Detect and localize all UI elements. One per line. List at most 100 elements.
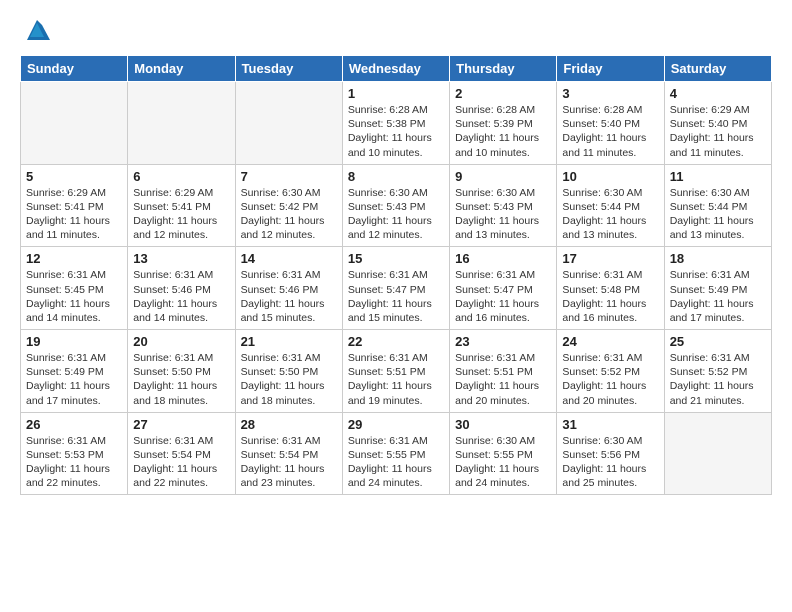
day-number: 9 (455, 169, 551, 184)
calendar-day-cell: 3 Sunrise: 6:28 AMSunset: 5:40 PMDaylight… (557, 82, 664, 165)
page: SundayMondayTuesdayWednesdayThursdayFrid… (0, 0, 792, 612)
day-number: 4 (670, 86, 766, 101)
day-info: Sunrise: 6:31 AMSunset: 5:49 PMDaylight:… (670, 268, 766, 325)
day-info: Sunrise: 6:31 AMSunset: 5:45 PMDaylight:… (26, 268, 122, 325)
day-info: Sunrise: 6:30 AMSunset: 5:42 PMDaylight:… (241, 186, 337, 243)
weekday-header: Tuesday (235, 56, 342, 82)
calendar-day-cell (128, 82, 235, 165)
weekday-header: Sunday (21, 56, 128, 82)
day-info: Sunrise: 6:31 AMSunset: 5:47 PMDaylight:… (455, 268, 551, 325)
logo (20, 15, 52, 45)
day-number: 27 (133, 417, 229, 432)
calendar-day-cell: 5 Sunrise: 6:29 AMSunset: 5:41 PMDaylight… (21, 164, 128, 247)
calendar-day-cell: 22Sunrise: 6:31 AMSunset: 5:51 PMDayligh… (342, 330, 449, 413)
day-number: 19 (26, 334, 122, 349)
calendar-day-cell: 28 Sunrise: 6:31 AMSunset: 5:54 PMDayligh… (235, 412, 342, 495)
calendar-day-cell: 25 Sunrise: 6:31 AMSunset: 5:52 PMDayligh… (664, 330, 771, 413)
day-info: Sunrise: 6:31 AMSunset: 5:55 PMDaylight:… (348, 434, 444, 491)
day-info: Sunrise: 6:31 AMSunset: 5:46 PMDaylight:… (241, 268, 337, 325)
calendar-day-cell: 29 Sunrise: 6:31 AMSunset: 5:55 PMDayligh… (342, 412, 449, 495)
calendar-week-row: 5 Sunrise: 6:29 AMSunset: 5:41 PMDaylight… (21, 164, 772, 247)
day-number: 10 (562, 169, 658, 184)
weekday-header: Thursday (450, 56, 557, 82)
calendar-day-cell: 23 Sunrise: 6:31 AMSunset: 5:51 PMDayligh… (450, 330, 557, 413)
day-info: Sunrise: 6:30 AMSunset: 5:44 PMDaylight:… (562, 186, 658, 243)
calendar-day-cell (235, 82, 342, 165)
day-info: Sunrise: 6:31 AMSunset: 5:50 PMDaylight:… (133, 351, 229, 408)
calendar-day-cell: 11Sunrise: 6:30 AMSunset: 5:44 PMDayligh… (664, 164, 771, 247)
day-info: Sunrise: 6:30 AMSunset: 5:55 PMDaylight:… (455, 434, 551, 491)
day-info: Sunrise: 6:30 AMSunset: 5:43 PMDaylight:… (348, 186, 444, 243)
logo-icon (22, 15, 52, 45)
calendar-day-cell: 13Sunrise: 6:31 AMSunset: 5:46 PMDayligh… (128, 247, 235, 330)
calendar-day-cell: 9 Sunrise: 6:30 AMSunset: 5:43 PMDaylight… (450, 164, 557, 247)
day-number: 23 (455, 334, 551, 349)
day-number: 25 (670, 334, 766, 349)
day-info: Sunrise: 6:31 AMSunset: 5:47 PMDaylight:… (348, 268, 444, 325)
day-info: Sunrise: 6:31 AMSunset: 5:50 PMDaylight:… (241, 351, 337, 408)
day-info: Sunrise: 6:29 AMSunset: 5:40 PMDaylight:… (670, 103, 766, 160)
day-info: Sunrise: 6:31 AMSunset: 5:53 PMDaylight:… (26, 434, 122, 491)
day-info: Sunrise: 6:30 AMSunset: 5:56 PMDaylight:… (562, 434, 658, 491)
calendar-day-cell (664, 412, 771, 495)
day-number: 21 (241, 334, 337, 349)
day-number: 6 (133, 169, 229, 184)
day-number: 16 (455, 251, 551, 266)
day-number: 20 (133, 334, 229, 349)
day-info: Sunrise: 6:31 AMSunset: 5:54 PMDaylight:… (133, 434, 229, 491)
calendar-header-row: SundayMondayTuesdayWednesdayThursdayFrid… (21, 56, 772, 82)
day-number: 30 (455, 417, 551, 432)
day-number: 2 (455, 86, 551, 101)
calendar-day-cell: 17Sunrise: 6:31 AMSunset: 5:48 PMDayligh… (557, 247, 664, 330)
day-number: 15 (348, 251, 444, 266)
calendar-day-cell: 21 Sunrise: 6:31 AMSunset: 5:50 PMDayligh… (235, 330, 342, 413)
calendar-day-cell: 24 Sunrise: 6:31 AMSunset: 5:52 PMDayligh… (557, 330, 664, 413)
weekday-header: Wednesday (342, 56, 449, 82)
calendar-week-row: 12 Sunrise: 6:31 AMSunset: 5:45 PMDayligh… (21, 247, 772, 330)
day-info: Sunrise: 6:28 AMSunset: 5:38 PMDaylight:… (348, 103, 444, 160)
weekday-header: Saturday (664, 56, 771, 82)
day-info: Sunrise: 6:29 AMSunset: 5:41 PMDaylight:… (26, 186, 122, 243)
calendar-day-cell: 20 Sunrise: 6:31 AMSunset: 5:50 PMDayligh… (128, 330, 235, 413)
day-info: Sunrise: 6:31 AMSunset: 5:54 PMDaylight:… (241, 434, 337, 491)
day-info: Sunrise: 6:29 AMSunset: 5:41 PMDaylight:… (133, 186, 229, 243)
day-number: 5 (26, 169, 122, 184)
calendar-day-cell: 8Sunrise: 6:30 AMSunset: 5:43 PMDaylight… (342, 164, 449, 247)
calendar-day-cell: 15 Sunrise: 6:31 AMSunset: 5:47 PMDayligh… (342, 247, 449, 330)
weekday-header: Monday (128, 56, 235, 82)
day-number: 12 (26, 251, 122, 266)
day-info: Sunrise: 6:31 AMSunset: 5:52 PMDaylight:… (670, 351, 766, 408)
day-number: 26 (26, 417, 122, 432)
day-number: 18 (670, 251, 766, 266)
day-number: 24 (562, 334, 658, 349)
day-number: 31 (562, 417, 658, 432)
day-number: 29 (348, 417, 444, 432)
day-number: 3 (562, 86, 658, 101)
day-number: 28 (241, 417, 337, 432)
day-info: Sunrise: 6:28 AMSunset: 5:40 PMDaylight:… (562, 103, 658, 160)
calendar-day-cell: 27 Sunrise: 6:31 AMSunset: 5:54 PMDayligh… (128, 412, 235, 495)
calendar-day-cell: 31 Sunrise: 6:30 AMSunset: 5:56 PMDayligh… (557, 412, 664, 495)
calendar-day-cell: 1 Sunrise: 6:28 AMSunset: 5:38 PMDaylight… (342, 82, 449, 165)
day-info: Sunrise: 6:31 AMSunset: 5:51 PMDaylight:… (455, 351, 551, 408)
calendar-week-row: 26 Sunrise: 6:31 AMSunset: 5:53 PMDayligh… (21, 412, 772, 495)
day-number: 11 (670, 169, 766, 184)
calendar-day-cell: 12 Sunrise: 6:31 AMSunset: 5:45 PMDayligh… (21, 247, 128, 330)
calendar-day-cell: 26 Sunrise: 6:31 AMSunset: 5:53 PMDayligh… (21, 412, 128, 495)
day-number: 1 (348, 86, 444, 101)
day-number: 22 (348, 334, 444, 349)
weekday-header: Friday (557, 56, 664, 82)
day-info: Sunrise: 6:28 AMSunset: 5:39 PMDaylight:… (455, 103, 551, 160)
calendar-day-cell: 18 Sunrise: 6:31 AMSunset: 5:49 PMDayligh… (664, 247, 771, 330)
day-info: Sunrise: 6:30 AMSunset: 5:43 PMDaylight:… (455, 186, 551, 243)
calendar-day-cell: 6 Sunrise: 6:29 AMSunset: 5:41 PMDaylight… (128, 164, 235, 247)
calendar-day-cell: 14 Sunrise: 6:31 AMSunset: 5:46 PMDayligh… (235, 247, 342, 330)
day-number: 14 (241, 251, 337, 266)
calendar-day-cell: 10 Sunrise: 6:30 AMSunset: 5:44 PMDayligh… (557, 164, 664, 247)
calendar-day-cell (21, 82, 128, 165)
day-info: Sunrise: 6:31 AMSunset: 5:48 PMDaylight:… (562, 268, 658, 325)
header (20, 15, 772, 45)
day-number: 7 (241, 169, 337, 184)
calendar-day-cell: 2 Sunrise: 6:28 AMSunset: 5:39 PMDaylight… (450, 82, 557, 165)
day-info: Sunrise: 6:31 AMSunset: 5:52 PMDaylight:… (562, 351, 658, 408)
